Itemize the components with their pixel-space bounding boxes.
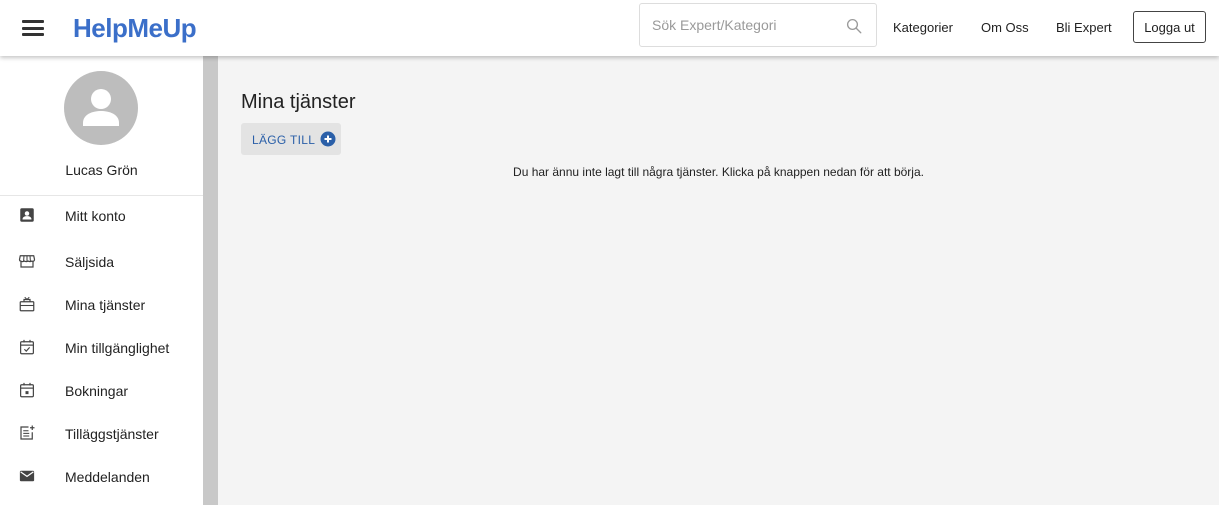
calendar-check-icon xyxy=(20,339,34,355)
sidebar-item-label: Mina tjänster xyxy=(65,297,146,313)
account-box-icon xyxy=(20,208,34,222)
add-circle-icon xyxy=(320,131,336,147)
nav-om-oss[interactable]: Om Oss xyxy=(981,20,1029,35)
sidebar-item-saljsida[interactable]: Säljsida xyxy=(0,242,203,282)
person-icon xyxy=(83,89,119,126)
empty-state-message: Du har ännu inte lagt till några tjänste… xyxy=(513,165,924,179)
top-app-bar: HelpMeUp Kategorier Om Oss Bli Expert Lo… xyxy=(0,0,1219,56)
logo[interactable]: HelpMeUp xyxy=(73,13,197,44)
sidebar-item-label: Säljsida xyxy=(65,254,115,270)
add-service-button[interactable]: LÄGG TILL xyxy=(241,123,341,155)
search-box xyxy=(639,3,877,47)
sidebar-scrollbar[interactable] xyxy=(203,56,218,505)
menu-icon[interactable] xyxy=(22,20,44,38)
sidebar-item-label: Mitt konto xyxy=(65,208,126,224)
main-content: Mina tjänster LÄGG TILL Du har ännu inte… xyxy=(218,56,1219,505)
add-button-label: LÄGG TILL xyxy=(252,133,316,147)
nav-kategorier[interactable]: Kategorier xyxy=(893,20,953,35)
sidebar: Lucas Grön Mitt konto Säljsida Mina tjän… xyxy=(0,56,203,505)
sidebar-item-meddelanden[interactable]: Meddelanden xyxy=(0,457,203,497)
sidebar-item-label: Bokningar xyxy=(65,383,129,399)
sidebar-item-label: Min tillgänglighet xyxy=(65,340,170,356)
sidebar-item-label: Tilläggstjänster xyxy=(65,426,159,442)
user-name: Lucas Grön xyxy=(65,162,138,178)
sidebar-item-bokningar[interactable]: Bokningar xyxy=(0,371,203,411)
sidebar-item-mina-tjanster[interactable]: Mina tjänster xyxy=(0,285,203,325)
calendar-event-icon xyxy=(20,382,34,398)
page-title: Mina tjänster xyxy=(241,91,356,113)
search-input[interactable] xyxy=(652,14,832,36)
storefront-icon xyxy=(18,255,36,268)
sidebar-item-tillaggstjanster[interactable]: Tilläggstjänster xyxy=(0,414,203,454)
nav-bli-expert[interactable]: Bli Expert xyxy=(1056,20,1112,35)
mail-icon xyxy=(19,470,35,482)
sidebar-item-min-tillganglighet[interactable]: Min tillgänglighet xyxy=(0,328,203,368)
avatar xyxy=(64,71,138,145)
services-icon xyxy=(19,296,35,312)
sidebar-item-label: Meddelanden xyxy=(65,469,150,485)
search-icon[interactable] xyxy=(845,17,863,35)
logout-button[interactable]: Logga ut xyxy=(1133,11,1206,43)
sidebar-item-mitt-konto[interactable]: Mitt konto xyxy=(0,196,203,236)
post-add-icon xyxy=(20,425,35,440)
